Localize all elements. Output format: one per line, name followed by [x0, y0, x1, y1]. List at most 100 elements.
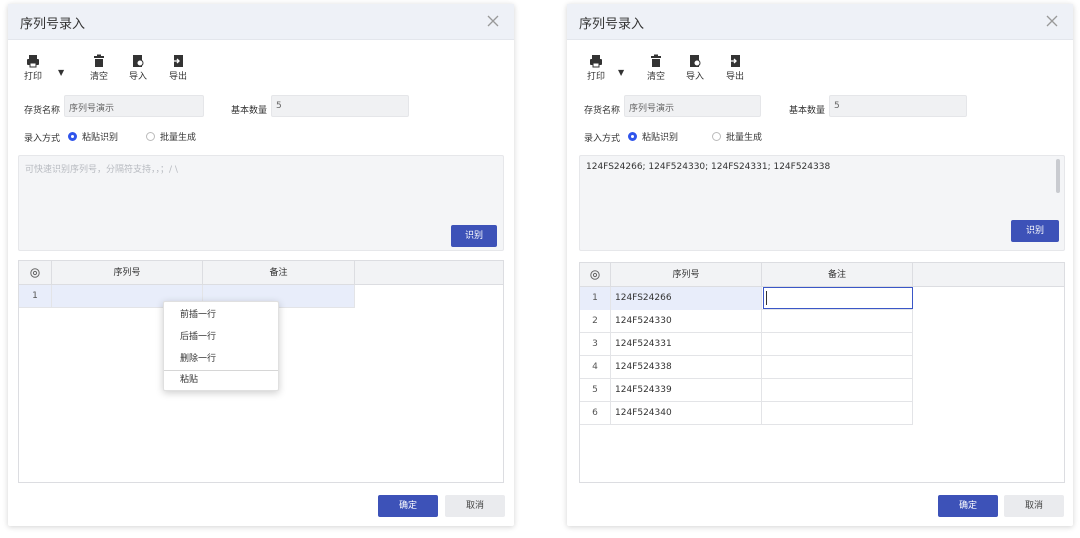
- mode-batch-label: 批量生成: [726, 133, 763, 143]
- settings-cell[interactable]: [580, 263, 611, 287]
- mode-paste-label: 粘贴识别: [642, 133, 679, 143]
- row-number: 5: [580, 379, 611, 402]
- table-row[interactable]: 2 124F524330: [580, 310, 913, 333]
- import-label: 导入: [685, 72, 704, 82]
- radio-checked-icon: [628, 132, 637, 141]
- note-cell[interactable]: [762, 356, 913, 379]
- recognize-button[interactable]: 识别: [1011, 220, 1059, 242]
- mode-batch-radio[interactable]: 批量生成: [146, 130, 196, 143]
- caret-down-icon[interactable]: ▼: [618, 68, 624, 77]
- clear-label: 清空: [89, 72, 108, 82]
- import-label: 导入: [128, 72, 147, 82]
- note-cell[interactable]: [762, 402, 913, 425]
- table-row[interactable]: 3 124F524331: [580, 333, 913, 356]
- paste-item[interactable]: 粘贴: [164, 369, 278, 391]
- table-row[interactable]: 1 124FS24266: [580, 287, 913, 310]
- print-label: 打印: [23, 72, 42, 82]
- serial-input-textarea[interactable]: 124FS24266; 124F524330; 124FS24331; 124F…: [579, 155, 1065, 251]
- cancel-button[interactable]: 取消: [445, 495, 505, 517]
- trash-icon: [651, 54, 661, 67]
- printer-icon: [590, 55, 602, 68]
- serial-table: 序列号 备注 1 124FS24266 2 124F524330 3 124F5…: [579, 262, 1065, 483]
- export-button[interactable]: 导出: [163, 54, 193, 82]
- dialog-titlebar: 序列号录入: [567, 4, 1073, 40]
- name-label: 存货名称: [584, 106, 621, 116]
- printer-icon: [27, 55, 39, 68]
- qty-field[interactable]: 5: [271, 95, 409, 117]
- recognize-button[interactable]: 识别: [451, 225, 497, 247]
- note-edit-box[interactable]: [763, 287, 913, 309]
- import-icon: [133, 55, 144, 67]
- row-number: 1: [19, 285, 52, 308]
- note-column-header[interactable]: 备注: [203, 261, 355, 285]
- name-field[interactable]: 序列号演示: [624, 95, 761, 117]
- serial-cell[interactable]: 124F524330: [611, 310, 762, 333]
- caret-down-icon[interactable]: ▼: [58, 68, 64, 77]
- note-column-header[interactable]: 备注: [762, 263, 913, 287]
- table-header: 序列号 备注: [19, 261, 503, 285]
- ok-button[interactable]: 确定: [378, 495, 438, 517]
- ok-button[interactable]: 确定: [938, 495, 998, 517]
- table-row[interactable]: 4 124F524338: [580, 356, 913, 379]
- qty-label: 基本数量: [789, 106, 826, 116]
- import-icon: [690, 55, 701, 67]
- serial-entry-dialog-left: 序列号录入 打印 ▼ 清空 导入 导出 存货名称 序列号演示 基本数量 5 录入…: [8, 4, 514, 526]
- row-number: 1: [580, 287, 611, 310]
- serial-cell[interactable]: 124FS24266: [611, 287, 762, 310]
- insert-before-item[interactable]: 前插一行: [164, 304, 278, 326]
- mode-paste-radio[interactable]: 粘贴识别: [68, 130, 118, 143]
- table-header: 序列号 备注: [580, 263, 1064, 287]
- clear-label: 清空: [646, 72, 665, 82]
- serial-cell[interactable]: 124F524339: [611, 379, 762, 402]
- row-number: 6: [580, 402, 611, 425]
- radio-unchecked-icon: [146, 132, 155, 141]
- cancel-button[interactable]: 取消: [1004, 495, 1064, 517]
- dialog-titlebar: 序列号录入: [8, 4, 514, 40]
- serial-column-header[interactable]: 序列号: [611, 263, 762, 287]
- qty-label: 基本数量: [231, 106, 268, 116]
- settings-cell[interactable]: [19, 261, 52, 285]
- close-icon[interactable]: [1043, 12, 1061, 30]
- export-icon: [172, 55, 183, 67]
- serial-entry-dialog-right: 序列号录入 打印 ▼ 清空 导入 导出 存货名称 序列号演示 基本数量 5 录入…: [567, 4, 1073, 526]
- textarea-scrollbar[interactable]: [1056, 159, 1060, 193]
- note-cell[interactable]: [762, 310, 913, 333]
- note-cell[interactable]: [762, 287, 913, 310]
- toolbar: 打印 ▼ 清空 导入 导出: [567, 48, 1073, 88]
- qty-field[interactable]: 5: [829, 95, 967, 117]
- toolbar: 打印 ▼ 清空 导入 导出: [8, 48, 514, 88]
- context-menu: 前插一行 后插一行 删除一行 粘贴: [163, 301, 279, 391]
- serial-cell[interactable]: 124F524340: [611, 402, 762, 425]
- radio-unchecked-icon: [712, 132, 721, 141]
- clear-button[interactable]: 清空: [641, 54, 671, 82]
- mode-paste-radio[interactable]: 粘贴识别: [628, 130, 678, 143]
- clear-button[interactable]: 清空: [84, 54, 114, 82]
- row-number: 4: [580, 356, 611, 379]
- name-field[interactable]: 序列号演示: [64, 95, 204, 117]
- export-label: 导出: [725, 72, 744, 82]
- mode-paste-label: 粘贴识别: [82, 133, 119, 143]
- radio-checked-icon: [68, 132, 77, 141]
- close-icon[interactable]: [484, 12, 502, 30]
- textarea-placeholder: 可快速识别序列号，分隔符支持，，；/ \: [25, 165, 178, 175]
- textarea-value: 124FS24266; 124F524330; 124FS24331; 124F…: [586, 162, 831, 172]
- delete-row-item[interactable]: 删除一行: [164, 348, 278, 370]
- insert-after-item[interactable]: 后插一行: [164, 326, 278, 348]
- import-button[interactable]: 导入: [680, 54, 710, 82]
- mode-batch-radio[interactable]: 批量生成: [712, 130, 762, 143]
- gear-icon: [30, 268, 40, 278]
- serial-cell[interactable]: 124F524331: [611, 333, 762, 356]
- export-button[interactable]: 导出: [720, 54, 750, 82]
- print-button[interactable]: 打印: [581, 54, 611, 82]
- note-cell[interactable]: [762, 333, 913, 356]
- table-row[interactable]: 5 124F524339: [580, 379, 913, 402]
- print-button[interactable]: 打印: [18, 54, 48, 82]
- table-row[interactable]: 6 124F524340: [580, 402, 913, 425]
- serial-column-header[interactable]: 序列号: [52, 261, 203, 285]
- trash-icon: [94, 54, 104, 67]
- import-button[interactable]: 导入: [123, 54, 153, 82]
- print-label: 打印: [586, 72, 605, 82]
- serial-cell[interactable]: 124F524338: [611, 356, 762, 379]
- note-cell[interactable]: [762, 379, 913, 402]
- serial-input-textarea[interactable]: 可快速识别序列号，分隔符支持，，；/ \: [18, 155, 504, 251]
